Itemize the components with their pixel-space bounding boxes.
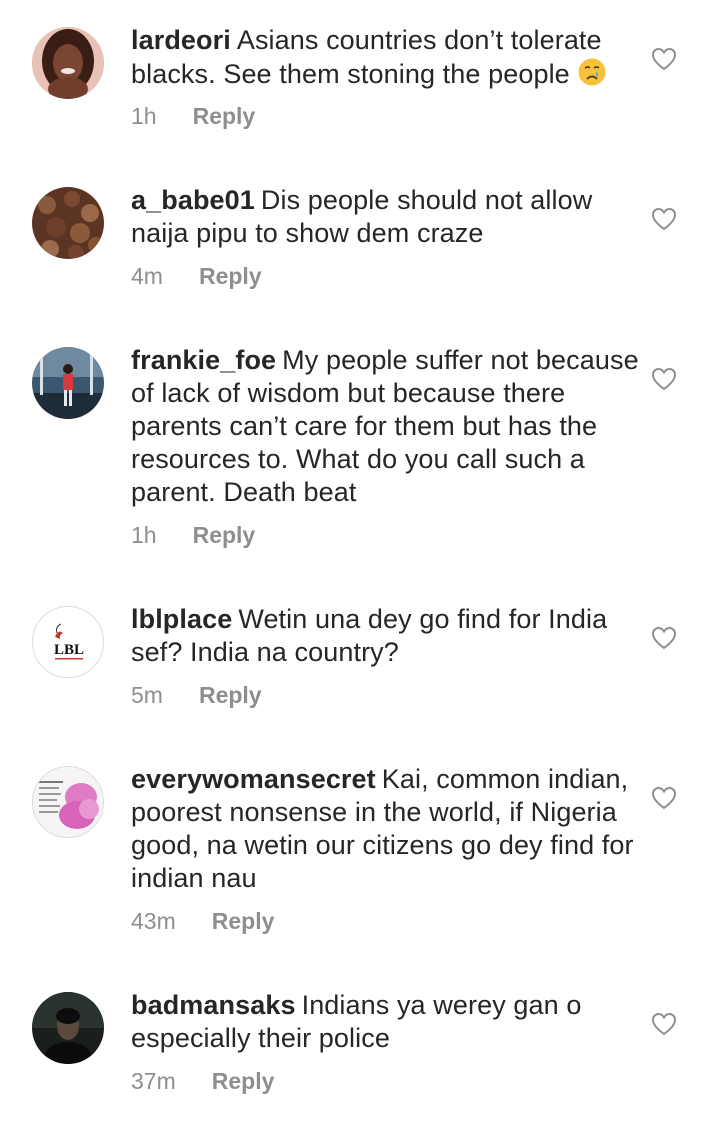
comment-body: lardeori Asians countries don’t tolerate …	[131, 24, 641, 91]
reply-button[interactable]: Reply	[212, 907, 275, 935]
comment-username[interactable]: everywomansecret	[131, 764, 376, 794]
crying-face-emoji-icon	[577, 57, 607, 87]
reply-button[interactable]: Reply	[199, 681, 262, 709]
like-heart-icon[interactable]	[651, 47, 677, 71]
reply-button[interactable]: Reply	[212, 1067, 275, 1095]
comment-timestamp: 4m	[131, 263, 163, 289]
comment-body: frankie_foe My people suffer not because …	[131, 344, 641, 509]
like-heart-icon[interactable]	[651, 367, 677, 391]
like-heart-icon[interactable]	[651, 1012, 677, 1036]
comment-body: lblplace Wetin una dey go find for India …	[131, 603, 641, 669]
like-heart-icon[interactable]	[651, 207, 677, 231]
comment-timestamp: 43m	[131, 908, 176, 934]
comment-body: everywomansecret Kai, common indian, poor…	[131, 763, 641, 895]
comment-meta: 43m Reply	[131, 907, 274, 935]
comment-meta: 1h Reply	[131, 521, 255, 549]
comment-username[interactable]: frankie_foe	[131, 345, 276, 375]
comment-meta: 4m Reply	[131, 262, 262, 290]
comment-body: a_babe01 Dis people should not allow naij…	[131, 184, 641, 250]
avatar[interactable]: LBL	[32, 606, 104, 678]
comment-timestamp: 1h	[131, 522, 157, 548]
like-heart-icon[interactable]	[651, 786, 677, 810]
reply-button[interactable]: Reply	[193, 521, 256, 549]
comment-meta: 37m Reply	[131, 1067, 274, 1095]
reply-button[interactable]: Reply	[193, 102, 256, 130]
comment-username[interactable]: badmansaks	[131, 990, 296, 1020]
avatar[interactable]	[32, 992, 104, 1064]
lbl-logo-text: LBL	[54, 642, 84, 658]
avatar[interactable]	[32, 187, 104, 259]
comment-meta: 1h Reply	[131, 102, 255, 130]
comment-username[interactable]: lblplace	[131, 604, 232, 634]
avatar[interactable]	[32, 27, 104, 99]
comment-meta: 5m Reply	[131, 681, 262, 709]
reply-button[interactable]: Reply	[199, 262, 262, 290]
like-heart-icon[interactable]	[651, 626, 677, 650]
comment-timestamp: 5m	[131, 682, 163, 708]
avatar[interactable]	[32, 347, 104, 419]
avatar[interactable]	[32, 766, 104, 838]
comment-username[interactable]: a_babe01	[131, 185, 255, 215]
comment-timestamp: 37m	[131, 1068, 176, 1094]
comment-body: badmansaks Indians ya werey gan o especia…	[131, 989, 641, 1055]
comment-username[interactable]: lardeori	[131, 25, 231, 55]
comment-timestamp: 1h	[131, 103, 157, 129]
